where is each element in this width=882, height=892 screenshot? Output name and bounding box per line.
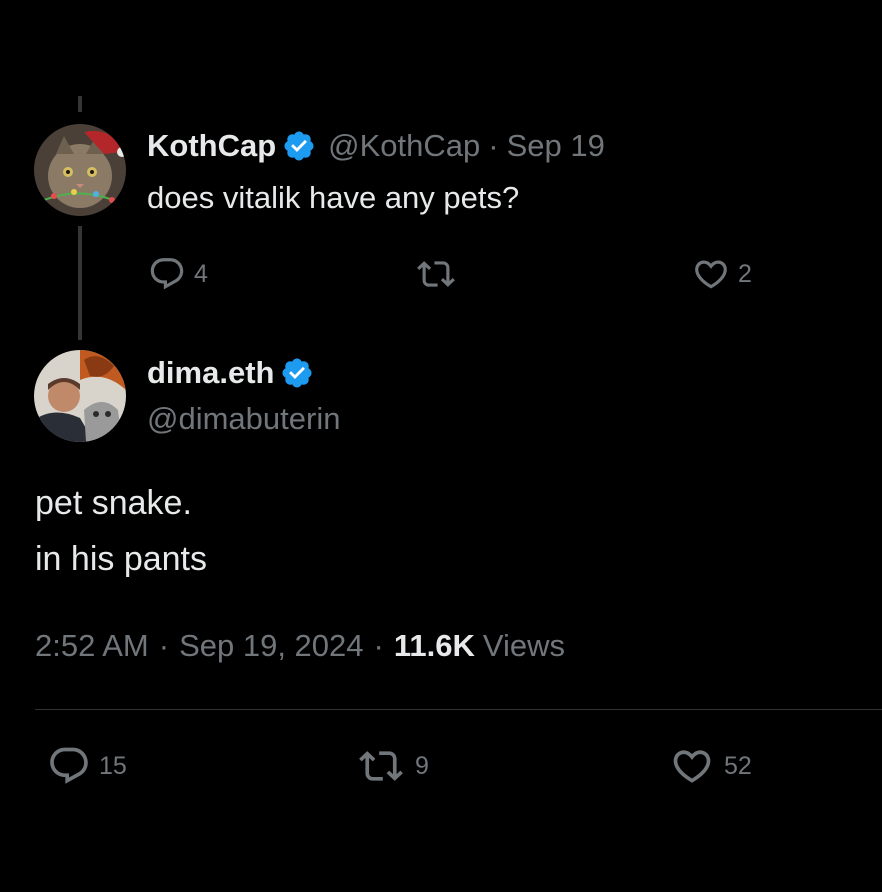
thread-line-top xyxy=(78,96,82,112)
main-display-name[interactable]: dima.eth xyxy=(147,355,274,391)
heart-icon xyxy=(695,260,727,289)
parent-reply-count: 4 xyxy=(194,259,208,288)
main-tweet-header: dima.eth xyxy=(147,355,314,391)
main-reply-count: 15 xyxy=(99,751,127,780)
main-retweet-count: 9 xyxy=(415,751,429,780)
parent-tweet-header: KothCap @KothCap · Sep 19 xyxy=(147,128,605,164)
reply-icon xyxy=(150,258,184,290)
parent-handle[interactable]: @KothCap xyxy=(328,128,480,164)
tweet-time[interactable]: 2:52 AM xyxy=(35,628,149,664)
parent-like-button[interactable]: 2 xyxy=(692,255,752,293)
parent-tweet-text: does vitalik have any pets? xyxy=(147,180,520,215)
retweet-icon xyxy=(417,261,455,287)
parent-separator: · xyxy=(488,128,499,163)
main-tweet-text-line-2: in his pants xyxy=(35,540,207,578)
retweet-icon xyxy=(359,751,403,781)
verified-badge-icon xyxy=(282,358,312,388)
views-label: Views xyxy=(482,628,566,663)
meta-separator-2: · xyxy=(373,628,384,663)
avatar-dima[interactable] xyxy=(34,350,126,442)
divider xyxy=(35,709,882,710)
tweet-date[interactable]: Sep 19, 2024 xyxy=(179,628,363,664)
views-count: 11.6K xyxy=(393,628,475,663)
verified-badge-icon xyxy=(284,131,314,161)
main-reply-button[interactable]: 15 xyxy=(47,744,127,788)
reply-icon xyxy=(50,747,88,784)
meta-separator-1: · xyxy=(158,628,170,663)
avatar-kothcap[interactable] xyxy=(34,124,126,216)
parent-display-name[interactable]: KothCap xyxy=(147,128,276,164)
main-tweet-text-line-1: pet snake. xyxy=(35,484,192,522)
parent-date[interactable]: Sep 19 xyxy=(507,128,605,164)
thread-line-bottom xyxy=(78,226,82,340)
parent-retweet-button[interactable] xyxy=(417,255,455,293)
heart-icon xyxy=(673,750,711,783)
parent-reply-button[interactable]: 4 xyxy=(148,255,208,293)
parent-like-count: 2 xyxy=(738,259,752,288)
main-like-count: 52 xyxy=(724,751,752,780)
main-handle[interactable]: @dimabuterin xyxy=(147,401,340,437)
main-tweet-meta: 2:52 AM · Sep 19, 2024 · 11.6K Views xyxy=(35,628,565,664)
main-like-button[interactable]: 52 xyxy=(668,744,752,788)
main-retweet-button[interactable]: 9 xyxy=(355,744,429,788)
